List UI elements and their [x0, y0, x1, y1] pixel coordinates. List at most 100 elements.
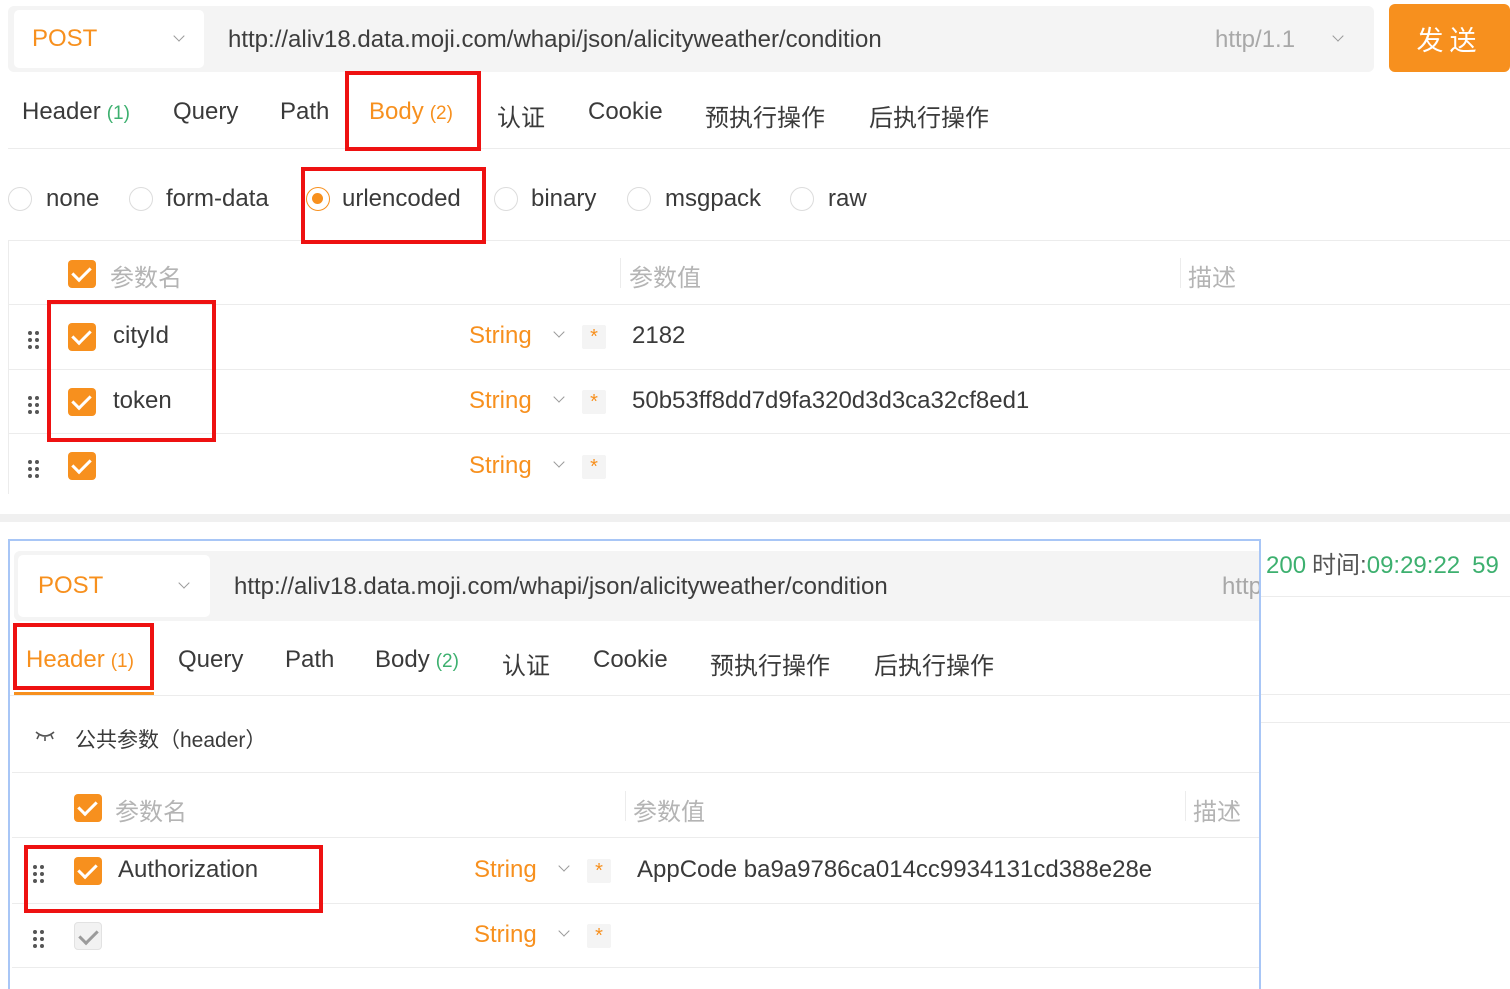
column-header-name: 参数名	[110, 265, 182, 292]
tab-label: Cookie	[588, 98, 663, 125]
chevron-down-icon	[558, 925, 570, 937]
method-label: POST	[32, 25, 98, 52]
tab-label: Query	[178, 646, 244, 673]
column-header-value: 参数值	[633, 799, 705, 826]
radio-label: msgpack	[665, 185, 762, 212]
tab-label: 认证	[502, 653, 550, 680]
required-toggle[interactable]: *	[587, 924, 611, 948]
tab-label: 预执行操作	[705, 105, 825, 132]
response-status: 200 时间:09:29:22 59	[1266, 545, 1499, 580]
eye-closed-icon	[35, 731, 55, 741]
param-type-select[interactable]: String	[474, 856, 537, 884]
tab-label: 后执行操作	[869, 105, 989, 132]
row-divider	[8, 433, 1510, 434]
annotation-highlight-body-tab	[345, 71, 481, 151]
row-divider	[8, 369, 1510, 370]
drag-handle-icon[interactable]	[33, 930, 45, 948]
column-header-name: 参数名	[115, 799, 187, 826]
param-type-select[interactable]: String	[474, 921, 537, 949]
column-header-desc: 描述	[1193, 799, 1241, 826]
method-select[interactable]: POST	[18, 555, 210, 617]
url-input[interactable]: http://aliv18.data.moji.com/whapi/json/a…	[228, 26, 882, 54]
tab-label: Query	[173, 98, 239, 125]
protocol-select[interactable]: http	[1222, 573, 1259, 601]
chevron-down-icon	[553, 326, 565, 338]
tab-count: (1)	[106, 103, 130, 124]
drag-handle-icon[interactable]	[28, 460, 40, 478]
url-input[interactable]: http://aliv18.data.moji.com/whapi/json/a…	[234, 573, 888, 601]
table-border	[12, 772, 1259, 773]
divider	[1258, 596, 1510, 597]
required-toggle[interactable]: *	[582, 390, 606, 414]
tab-auth[interactable]: 认证	[497, 98, 545, 133]
param-type-select[interactable]: String	[469, 387, 532, 415]
drag-handle-icon[interactable]	[28, 396, 40, 414]
public-params-label: 公共参数（header）	[75, 729, 267, 752]
tab-label: 预执行操作	[710, 653, 830, 680]
radio-label: none	[46, 185, 100, 212]
tab-cookie[interactable]: Cookie	[593, 646, 668, 674]
row-checkbox[interactable]	[74, 922, 102, 950]
annotation-highlight-header-tab	[13, 623, 154, 690]
param-type-select[interactable]: String	[469, 452, 532, 480]
param-value[interactable]: 50b53ff8dd7d9fa320d3d3ca32cf8ed1	[632, 387, 1029, 415]
tab-post-script[interactable]: 后执行操作	[874, 646, 994, 681]
chevron-down-icon	[553, 391, 565, 403]
chevron-down-icon	[173, 30, 185, 42]
tab-path[interactable]: Path	[285, 646, 334, 674]
radio-icon	[627, 187, 651, 211]
param-type-select[interactable]: String	[469, 322, 532, 350]
tab-count: (2)	[435, 651, 459, 672]
tab-body[interactable]: Body (2)	[375, 646, 459, 674]
select-all-checkbox[interactable]	[68, 260, 96, 288]
tab-pre-script[interactable]: 预执行操作	[710, 646, 830, 681]
tab-header[interactable]: Header (1)	[22, 98, 130, 126]
divider	[1258, 694, 1510, 695]
row-divider	[12, 967, 1259, 968]
radio-icon	[790, 187, 814, 211]
divider	[1258, 722, 1510, 723]
select-all-checkbox[interactable]	[74, 794, 102, 822]
column-divider	[620, 258, 621, 288]
time-value: 09:29:22	[1366, 552, 1461, 579]
status-code: 200	[1266, 552, 1307, 579]
required-toggle[interactable]: *	[582, 325, 606, 349]
divider	[8, 148, 1510, 149]
chevron-down-icon	[178, 577, 190, 589]
radio-label: binary	[531, 185, 597, 212]
table-border	[8, 240, 9, 494]
param-value[interactable]: 2182	[632, 322, 685, 350]
row-divider	[8, 304, 1510, 305]
param-value[interactable]: AppCode ba9a9786ca014cc9934131cd388e28e	[637, 856, 1152, 884]
tab-post-script[interactable]: 后执行操作	[869, 98, 989, 133]
radio-label: form-data	[166, 185, 269, 212]
radio-label: raw	[828, 185, 867, 212]
overlay-panel: POST http://aliv18.data.moji.com/whapi/j…	[8, 539, 1261, 989]
table-border	[8, 240, 1510, 241]
tab-label: Cookie	[593, 646, 668, 673]
chevron-down-icon	[553, 456, 565, 468]
radio-icon	[129, 187, 153, 211]
tab-path[interactable]: Path	[280, 98, 329, 126]
annotation-highlight-body-params	[47, 300, 216, 442]
protocol-select[interactable]: http/1.1	[1215, 26, 1295, 54]
required-toggle[interactable]: *	[582, 455, 606, 479]
tab-cookie[interactable]: Cookie	[588, 98, 663, 126]
send-button[interactable]: 发送	[1389, 4, 1510, 72]
tab-label: Header	[22, 98, 101, 125]
tab-query[interactable]: Query	[178, 646, 243, 674]
tab-label: Body	[375, 646, 430, 673]
drag-handle-icon[interactable]	[28, 331, 40, 349]
row-checkbox[interactable]	[68, 452, 96, 480]
method-select[interactable]: POST	[14, 10, 204, 68]
required-toggle[interactable]: *	[587, 859, 611, 883]
tab-label: 认证	[497, 105, 545, 132]
tab-pre-script[interactable]: 预执行操作	[705, 98, 825, 133]
annotation-highlight-authorization	[24, 845, 323, 913]
extra-value: 59	[1472, 552, 1499, 579]
radio-icon	[8, 187, 32, 211]
column-divider	[625, 791, 626, 821]
url-bar: POST http://aliv18.data.moji.com/whapi/j…	[14, 551, 1259, 621]
tab-query[interactable]: Query	[173, 98, 238, 126]
tab-auth[interactable]: 认证	[502, 646, 550, 681]
